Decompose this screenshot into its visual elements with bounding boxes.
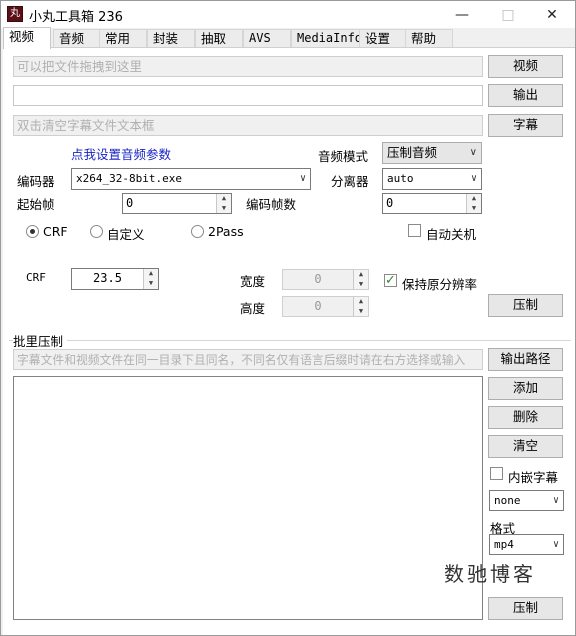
embed-subtitle-checkbox[interactable] xyxy=(490,467,503,480)
minimize-button[interactable]: — xyxy=(439,1,485,28)
crf-mode-label: CRF xyxy=(43,224,68,239)
batch-group-divider xyxy=(9,340,571,341)
start-frame-spinner[interactable]: 0 ▲ ▼ xyxy=(122,193,232,214)
auto-shutdown-label: 自动关机 xyxy=(426,227,477,242)
tab-extract[interactable]: 抽取 xyxy=(195,29,243,48)
crf-spinner[interactable]: 23.5 ▲ ▼ xyxy=(71,268,159,290)
audio-params-link[interactable]: 点我设置音频参数 xyxy=(71,144,171,163)
demuxer-label: 分离器 xyxy=(331,174,369,189)
tab-video[interactable]: 视频 xyxy=(3,27,51,49)
spinner-arrows[interactable]: ▲ ▼ xyxy=(143,269,158,289)
height-label: 高度 xyxy=(240,301,266,316)
audio-mode-select[interactable]: 压制音频 ∨ xyxy=(382,142,482,164)
output-path-button[interactable]: 输出路径 xyxy=(488,348,563,371)
2pass-mode-label: 2Pass xyxy=(208,224,244,239)
batch-hint-input[interactable]: 字幕文件和视频文件在同一目录下且同名，不同名仅有语言后缀时请在右方选择或输入 xyxy=(13,349,483,370)
encoder-label: 编码器 xyxy=(17,174,55,189)
subtitle-button[interactable]: 字幕 xyxy=(488,114,563,137)
chevron-down-icon: ∨ xyxy=(299,173,306,184)
close-button[interactable]: ✕ xyxy=(529,1,575,28)
chevron-down-icon: ∨ xyxy=(552,539,559,550)
title-bar: 丸 小丸工具箱 236 — □ ✕ xyxy=(1,1,575,28)
output-button[interactable]: 输出 xyxy=(488,84,563,107)
app-window: 丸 小丸工具箱 236 — □ ✕ 视频 音频 常用 封装 抽取 AVS Med… xyxy=(0,0,576,636)
subtitle-lang-select[interactable]: none ∨ xyxy=(489,490,564,511)
watermark-text: 数驰博客 xyxy=(444,562,536,586)
crf-value-label: CRF xyxy=(26,271,46,284)
add-button[interactable]: 添加 xyxy=(488,377,563,400)
chevron-down-icon: ∨ xyxy=(552,495,559,506)
keep-resolution-checkbox[interactable]: ✓ xyxy=(384,274,397,287)
start-frame-label: 起始帧 xyxy=(17,197,55,212)
tab-avs[interactable]: AVS xyxy=(243,29,291,48)
tab-settings[interactable]: 设置 xyxy=(359,29,407,48)
demuxer-select[interactable]: auto ∨ xyxy=(382,168,482,190)
format-select[interactable]: mp4 ∨ xyxy=(489,534,564,555)
custom-mode-radio[interactable] xyxy=(90,225,103,238)
batch-file-list[interactable] xyxy=(13,376,483,620)
batch-encode-button[interactable]: 压制 xyxy=(488,597,563,620)
embed-subtitle-label: 内嵌字幕 xyxy=(508,470,559,485)
width-spinner[interactable]: 0 ▲ ▼ xyxy=(282,269,369,290)
tab-mux[interactable]: 封装 xyxy=(147,29,195,48)
tab-common[interactable]: 常用 xyxy=(99,29,147,48)
spinner-arrows[interactable]: ▲ ▼ xyxy=(353,270,368,289)
app-logo-icon: 丸 xyxy=(7,6,23,22)
encode-frames-spinner[interactable]: 0 ▲ ▼ xyxy=(382,193,482,214)
tab-mediainfo[interactable]: MediaInfo xyxy=(291,29,362,48)
delete-button[interactable]: 删除 xyxy=(488,406,563,429)
encode-button[interactable]: 压制 xyxy=(488,294,563,317)
maximize-button[interactable]: □ xyxy=(485,1,531,28)
tab-audio[interactable]: 音频 xyxy=(53,29,101,48)
encode-frames-label: 编码帧数 xyxy=(246,197,297,212)
audio-mode-label: 音频模式 xyxy=(318,149,369,164)
spinner-arrows[interactable]: ▲ ▼ xyxy=(466,194,481,213)
batch-group-title: 批里压制 xyxy=(13,331,68,350)
2pass-mode-radio[interactable] xyxy=(191,225,204,238)
video-button[interactable]: 视频 xyxy=(488,55,563,78)
spinner-arrows[interactable]: ▲ ▼ xyxy=(216,194,231,213)
crf-mode-radio[interactable] xyxy=(26,225,39,238)
subtitle-file-input[interactable]: 双击清空字幕文件文本框 xyxy=(13,115,483,136)
width-label: 宽度 xyxy=(240,274,266,289)
height-spinner[interactable]: 0 ▲ ▼ xyxy=(282,296,369,317)
video-tab-panel: 可以把文件拖拽到这里 视频 输出 双击清空字幕文件文本框 字幕 点我设置音频参数… xyxy=(3,47,575,635)
encoder-select[interactable]: x264_32-8bit.exe ∨ xyxy=(71,168,311,190)
clear-button[interactable]: 清空 xyxy=(488,435,563,458)
auto-shutdown-checkbox[interactable] xyxy=(408,224,421,237)
window-title: 小丸工具箱 236 xyxy=(29,10,123,25)
chevron-down-icon: ∨ xyxy=(469,147,477,158)
custom-mode-label: 自定义 xyxy=(107,227,145,242)
output-file-input[interactable] xyxy=(13,85,483,106)
tab-help[interactable]: 帮助 xyxy=(405,29,453,48)
spinner-arrows[interactable]: ▲ ▼ xyxy=(353,297,368,316)
chevron-down-icon: ∨ xyxy=(470,173,477,184)
keep-resolution-label: 保持原分辨率 xyxy=(402,277,478,292)
video-file-input[interactable]: 可以把文件拖拽到这里 xyxy=(13,56,483,77)
